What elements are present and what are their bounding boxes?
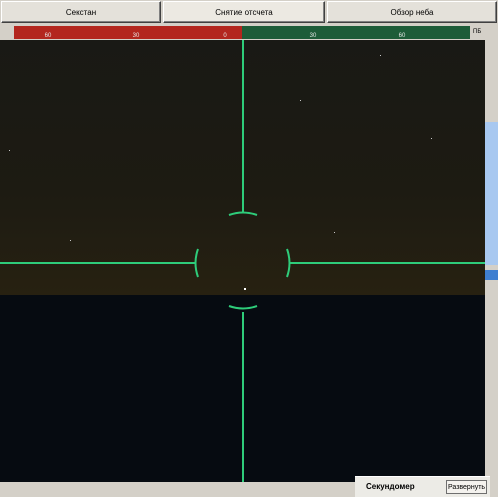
scale-tick-0: 0 xyxy=(223,33,227,39)
tab-reading[interactable]: Снятие отсчета xyxy=(163,1,325,23)
scale-tick-30-starboard: 30 xyxy=(309,33,317,39)
scroll-thumb[interactable] xyxy=(485,270,498,280)
starboard-label: ПБ xyxy=(473,29,482,35)
starboard-scale: 30 60 xyxy=(242,26,470,39)
crosshair-reticle xyxy=(0,40,485,482)
reticle-arc-top xyxy=(228,211,258,216)
scale-tick-30-port: 30 xyxy=(132,33,140,39)
expand-button[interactable]: Развернуть xyxy=(446,480,487,494)
sextant-view[interactable] xyxy=(0,40,485,482)
scale-tick-60-starboard: 60 xyxy=(398,33,406,39)
scale-tick-60-port: 60 xyxy=(44,33,52,39)
tab-sky-view[interactable]: Обзор неба xyxy=(327,1,497,23)
reticle-arc-left xyxy=(194,248,199,278)
stopwatch-title: Секундомер xyxy=(366,482,415,491)
tab-bar: Секстан Снятие отсчета Обзор неба xyxy=(0,0,498,26)
bearing-scale: 60 30 0 30 60 ПБ xyxy=(0,26,498,40)
vertical-scrollbar[interactable] xyxy=(485,40,498,482)
port-scale: 60 30 0 xyxy=(14,26,242,39)
reticle-arc-right xyxy=(286,248,291,278)
scroll-track-highlight xyxy=(485,122,498,265)
tab-sextant[interactable]: Секстан xyxy=(1,1,161,23)
stopwatch-panel: Секундомер Развернуть xyxy=(355,476,490,497)
reticle-arc-bottom xyxy=(228,305,258,310)
